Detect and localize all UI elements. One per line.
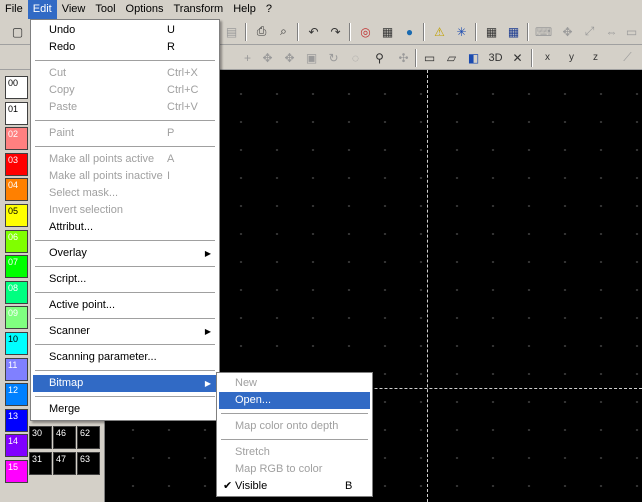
palette-swatch[interactable]: 46 xyxy=(53,426,76,449)
palette-swatch[interactable]: 47 xyxy=(53,452,76,475)
menu-item-copy[interactable]: Copy Ctrl+C xyxy=(33,82,217,99)
menu-item-stretch[interactable]: Stretch xyxy=(219,444,370,461)
menu-item-overlay[interactable]: Overlay ▶ xyxy=(33,245,217,262)
palette-swatch[interactable]: 11 xyxy=(5,357,28,381)
palette-swatch[interactable]: 13 xyxy=(5,408,28,432)
menu-item-merge[interactable]: Merge xyxy=(33,401,217,418)
globe-icon[interactable]: ● xyxy=(400,22,419,41)
bitmap-submenu: New Open... Map color onto depth Stretch… xyxy=(216,372,373,497)
edit-menu: Undo U Redo R Cut Ctrl+X Copy Ctrl+C Paste Ct… xyxy=(30,19,220,421)
resize-icon[interactable]: ⤢ xyxy=(580,22,599,41)
menu-view[interactable]: View xyxy=(57,0,91,19)
undo-icon[interactable]: ↶ xyxy=(304,22,323,41)
z-axis-button[interactable]: z xyxy=(586,48,605,67)
menu-transform[interactable]: Transform xyxy=(168,0,228,19)
menu-help[interactable]: Help xyxy=(228,0,261,19)
diagonal-icon[interactable]: ⟋ xyxy=(618,48,637,67)
frame-icon[interactable]: ▭ xyxy=(420,48,439,67)
cube-blue-icon[interactable]: ◧ xyxy=(464,48,483,67)
plus-icon[interactable]: + xyxy=(238,48,257,67)
menu-item-make-active[interactable]: Make all points active A xyxy=(33,151,217,168)
cube-icon[interactable]: ▱ xyxy=(442,48,461,67)
palette-swatch[interactable]: 03 xyxy=(5,152,28,176)
menu-item-scanner[interactable]: Scanner ▶ xyxy=(33,323,217,340)
menu-item-paste[interactable]: Paste Ctrl+V xyxy=(33,99,217,116)
fit-icon[interactable]: ⇔ xyxy=(602,22,621,41)
menu-item-attribut[interactable]: Attribut... xyxy=(33,219,217,236)
move-icon[interactable]: ✥ xyxy=(558,22,577,41)
menu-item-undo[interactable]: Undo U xyxy=(33,22,217,39)
grid-icon[interactable]: ▦ xyxy=(482,22,501,41)
menu-item-make-inactive[interactable]: Make all points inactive I xyxy=(33,168,217,185)
palette-swatch[interactable]: 14 xyxy=(5,434,28,458)
palette-swatch[interactable]: 63 xyxy=(77,452,100,475)
menu-item-open[interactable]: Open... xyxy=(219,392,370,409)
menu-item-invert-selection[interactable]: Invert selection xyxy=(33,202,217,219)
submenu-arrow-icon: ▶ xyxy=(204,379,211,388)
menu-item-bitmap[interactable]: Bitmap ▶ xyxy=(33,375,217,392)
menu-item-map-rgb[interactable]: Map RGB to color xyxy=(219,461,370,478)
menu-item-paint[interactable]: Paint P xyxy=(33,125,217,142)
new-icon[interactable]: ▢ xyxy=(8,22,27,41)
menu-item-scanning-parameter[interactable]: Scanning parameter... xyxy=(33,349,217,366)
print-icon[interactable]: ⎙ xyxy=(252,22,271,41)
menu-item-active-point[interactable]: Active point... xyxy=(33,297,217,314)
brush-icon[interactable]: ⌨ xyxy=(534,22,553,41)
menu-about[interactable]: ? xyxy=(261,0,277,19)
palette-swatch[interactable]: 12 xyxy=(5,383,28,407)
print-preview-icon[interactable]: ⌕ xyxy=(274,22,293,41)
menu-item-redo[interactable]: Redo R xyxy=(33,39,217,56)
palette-swatch[interactable]: 15 xyxy=(5,460,28,483)
palette-swatch[interactable]: 09 xyxy=(5,306,28,330)
lasso-icon[interactable]: ◌ xyxy=(346,48,365,67)
paste-icon[interactable]: ▤ xyxy=(222,22,241,41)
menu-item-cut[interactable]: Cut Ctrl+X xyxy=(33,65,217,82)
cursor-icon[interactable]: ▭ xyxy=(622,22,641,41)
checkmark-icon: ✔ xyxy=(223,480,233,492)
palette-swatch[interactable]: 62 xyxy=(77,426,100,449)
film-icon[interactable]: ▦ xyxy=(378,22,397,41)
menu-item-visible[interactable]: ✔ Visible B xyxy=(219,478,370,495)
move-all-icon[interactable]: ✥ xyxy=(280,48,299,67)
palette-swatch[interactable]: 31 xyxy=(29,452,52,475)
menu-item-new[interactable]: New xyxy=(219,375,370,392)
menu-options[interactable]: Options xyxy=(121,0,169,19)
target-icon[interactable]: ◎ xyxy=(356,22,375,41)
menu-item-script[interactable]: Script... xyxy=(33,271,217,288)
grid-blue-icon[interactable]: ▦ xyxy=(504,22,523,41)
palette-swatch[interactable]: 08 xyxy=(5,280,28,304)
menu-bar: File Edit View Tool Options Transform He… xyxy=(0,0,642,19)
palette-swatch[interactable]: 04 xyxy=(5,178,28,202)
submenu-arrow-icon: ▶ xyxy=(204,249,211,258)
menu-tool[interactable]: Tool xyxy=(90,0,120,19)
palette-swatch[interactable]: 01 xyxy=(5,101,28,125)
palette-swatch[interactable]: 06 xyxy=(5,229,28,253)
laser-icon[interactable]: ✳ xyxy=(452,22,471,41)
pan-icon[interactable]: ✣ xyxy=(394,48,413,67)
crosshair-vertical xyxy=(427,70,428,502)
move-cross-icon[interactable]: ✥ xyxy=(258,48,277,67)
menu-edit[interactable]: Edit xyxy=(27,0,57,19)
warning-icon[interactable]: ⚠ xyxy=(430,22,449,41)
palette-swatch[interactable]: 30 xyxy=(29,426,52,449)
palette-swatch[interactable]: 05 xyxy=(5,204,28,227)
menu-item-map-color-depth[interactable]: Map color onto depth xyxy=(219,418,370,435)
axis-cross-icon[interactable]: ✕ xyxy=(508,48,527,67)
palette-swatch[interactable]: 00 xyxy=(5,76,28,99)
menu-item-select-mask[interactable]: Select mask... xyxy=(33,185,217,202)
redo-icon[interactable]: ↷ xyxy=(326,22,345,41)
x-axis-button[interactable]: x xyxy=(538,48,557,67)
zoom-box-icon[interactable]: ▣ xyxy=(302,48,321,67)
menu-file[interactable]: File xyxy=(0,0,28,19)
rotate-icon[interactable]: ↻ xyxy=(324,48,343,67)
y-axis-button[interactable]: y xyxy=(562,48,581,67)
submenu-arrow-icon: ▶ xyxy=(204,327,211,336)
palette-swatch[interactable]: 02 xyxy=(5,127,28,151)
palette-swatch[interactable]: 07 xyxy=(5,255,28,279)
3d-button[interactable]: 3D xyxy=(486,48,505,67)
palette-swatch[interactable]: 10 xyxy=(5,332,28,355)
zoom-icon[interactable]: ⚲ xyxy=(370,48,389,67)
